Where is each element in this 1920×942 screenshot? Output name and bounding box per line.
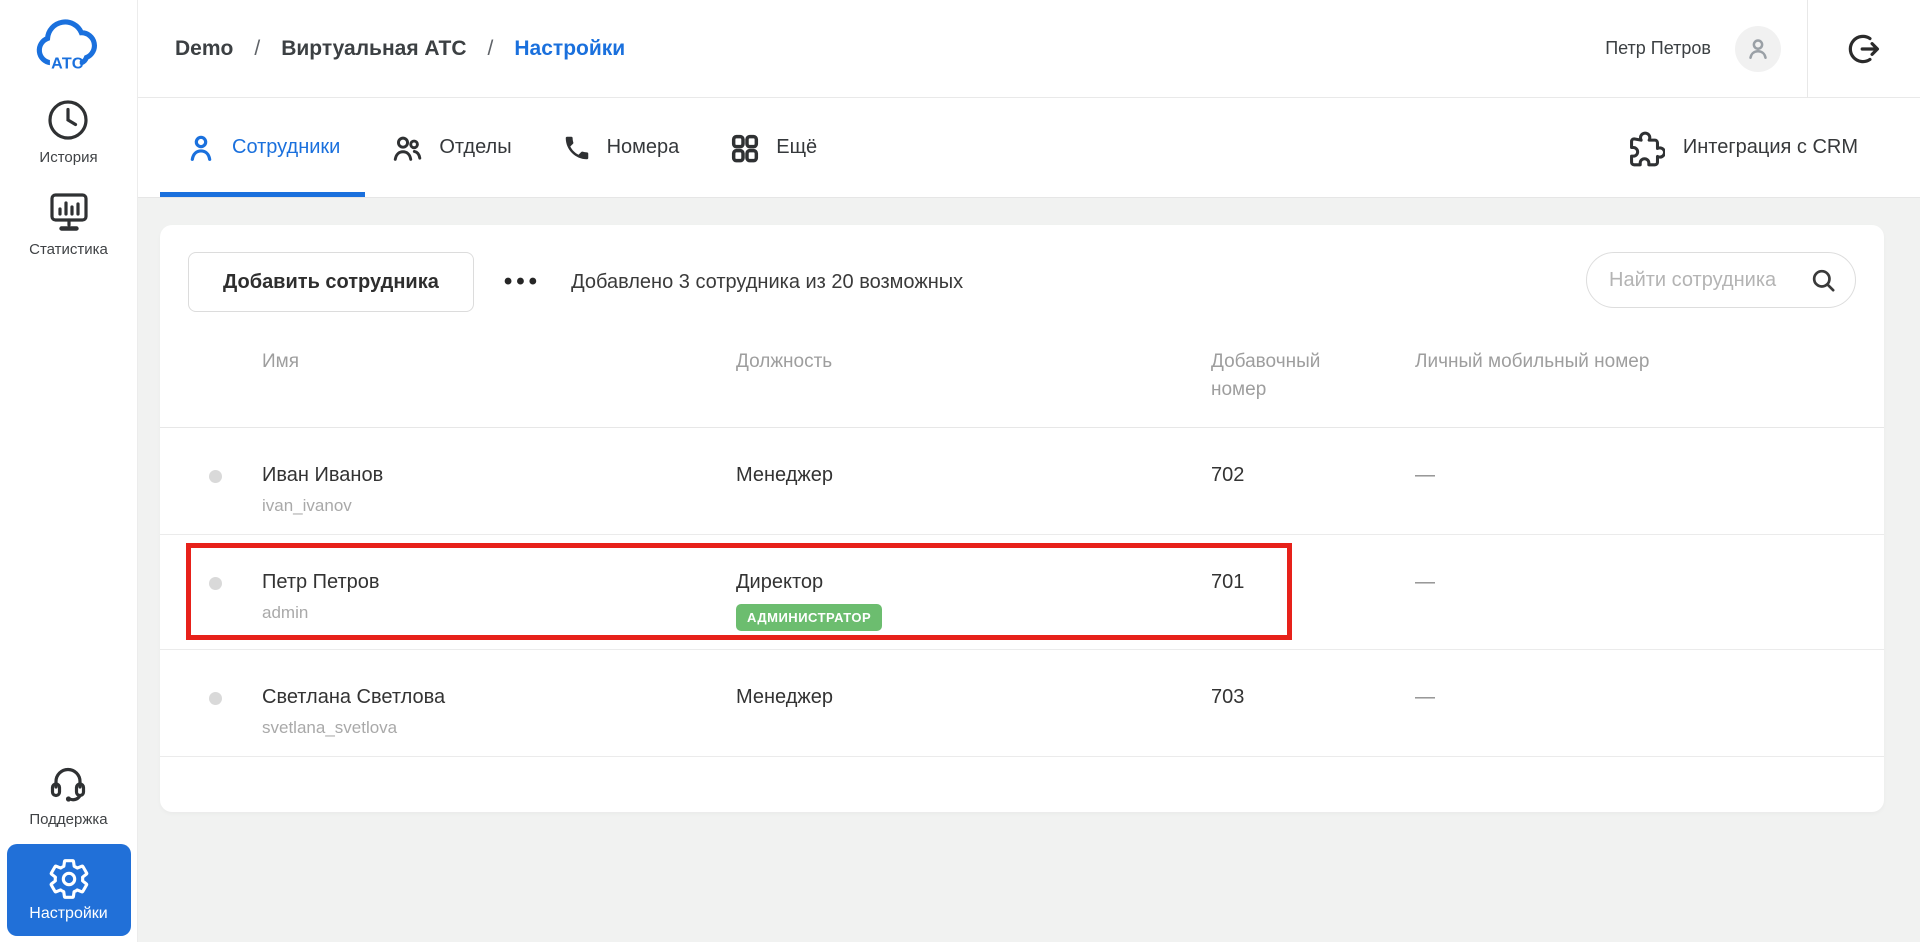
- crm-integration-link[interactable]: Интеграция с CRM: [1625, 98, 1920, 197]
- current-user-name: Петр Петров: [1605, 38, 1711, 58]
- grid-icon: [729, 132, 761, 164]
- sidebar-item-label: Поддержка: [29, 811, 108, 828]
- people-icon: [390, 132, 424, 164]
- administrator-badge: АДМИНИСТРАТОР: [736, 604, 883, 631]
- sidebar-bottom: Поддержка Настройки: [0, 758, 137, 942]
- table-row[interactable]: Светлана Светлова svetlana_svetlova Мене…: [160, 650, 1884, 757]
- sidebar-item-history[interactable]: История: [39, 96, 98, 166]
- employee-mobile: —: [1415, 571, 1435, 593]
- sidebar-item-statistics[interactable]: Статистика: [29, 188, 108, 258]
- column-header-name: Имя: [262, 351, 300, 372]
- employee-login: svetlana_svetlova: [262, 718, 398, 737]
- table-row-highlighted[interactable]: Петр Петров admin Директор АДМИНИСТРАТОР…: [160, 535, 1884, 650]
- headset-icon: [44, 758, 92, 806]
- breadcrumb-separator: /: [487, 36, 494, 60]
- column-header-mobile: Личный мобильный номер: [1415, 351, 1650, 372]
- card-toolbar: Добавить сотрудника ••• Добавлено 3 сотр…: [160, 225, 1884, 312]
- search-icon[interactable]: [1810, 267, 1837, 294]
- employee-login: ivan_ivanov: [262, 496, 352, 515]
- status-dot: [209, 470, 222, 483]
- sidebar-item-settings-active[interactable]: Настройки: [6, 844, 131, 936]
- column-header-extension: Добавочный номер: [1211, 351, 1321, 400]
- table-row[interactable]: Иван Иванов ivan_ivanov Менеджер 702 —: [160, 428, 1884, 535]
- sidebar-item-label: История: [39, 149, 98, 166]
- add-employee-button[interactable]: Добавить сотрудника: [188, 252, 474, 312]
- employee-name: Петр Петров: [262, 571, 380, 593]
- employees-card: Добавить сотрудника ••• Добавлено 3 сотр…: [160, 225, 1884, 812]
- employee-role: Менеджер: [736, 464, 834, 486]
- logout-icon: [1845, 30, 1883, 68]
- breadcrumb-item-demo[interactable]: Demo: [175, 37, 233, 61]
- user-avatar[interactable]: [1735, 25, 1781, 72]
- employee-login: admin: [262, 603, 309, 622]
- breadcrumb-item-vats[interactable]: Виртуальная АТС: [281, 37, 466, 61]
- employee-mobile: —: [1415, 686, 1435, 708]
- more-actions-button[interactable]: •••: [504, 252, 541, 312]
- tab-label: Отделы: [439, 136, 512, 158]
- breadcrumb: Demo / Виртуальная АТС / Настройки: [175, 37, 625, 61]
- sidebar-item-label: Статистика: [29, 241, 108, 258]
- employee-name: Иван Иванов: [262, 464, 384, 486]
- search-input[interactable]: [1609, 268, 1810, 292]
- breadcrumb-item-settings[interactable]: Настройки: [514, 37, 625, 61]
- employee-name: Светлана Светлова: [262, 686, 446, 708]
- tab-departments[interactable]: Отделы: [365, 98, 536, 197]
- sidebar: АТС История Статистика Поддержка Настрой…: [0, 0, 138, 942]
- tab-label: Номера: [606, 136, 680, 158]
- employee-role: Менеджер: [736, 686, 834, 708]
- statistics-monitor-icon: [45, 188, 93, 236]
- topbar-right: Петр Петров: [1605, 0, 1920, 98]
- sidebar-item-label: Настройки: [29, 905, 108, 922]
- employee-search-box: [1586, 252, 1856, 308]
- table-header: Имя Должность Добавочный номер Личный мо…: [160, 312, 1884, 428]
- tab-employees[interactable]: Сотрудники: [160, 98, 366, 197]
- employees-count-info: Добавлено 3 сотрудника из 20 возможных: [571, 270, 964, 293]
- tab-label: Ещё: [776, 136, 818, 158]
- tab-more[interactable]: Ещё: [704, 98, 842, 197]
- crm-link-label: Интеграция с CRM: [1682, 136, 1858, 158]
- employee-extension: 703: [1211, 686, 1245, 708]
- status-dot: [209, 577, 222, 590]
- column-header-role: Должность: [736, 351, 833, 372]
- person-icon: [185, 132, 217, 164]
- employee-extension: 702: [1211, 464, 1245, 486]
- tab-label: Сотрудники: [232, 136, 341, 158]
- tab-numbers[interactable]: Номера: [537, 98, 705, 197]
- puzzle-icon: [1625, 128, 1665, 168]
- phone-icon: [562, 133, 592, 163]
- employee-extension: 701: [1211, 571, 1245, 593]
- clock-icon: [44, 96, 92, 144]
- employee-role: Директор: [736, 571, 824, 593]
- sidebar-item-support[interactable]: Поддержка: [29, 758, 108, 828]
- status-dot: [209, 692, 222, 705]
- logout-button[interactable]: [1808, 0, 1920, 97]
- settings-tabbar: Сотрудники Отделы Номера Ещё Интеграция …: [138, 98, 1920, 198]
- topbar: Demo / Виртуальная АТС / Настройки Петр …: [138, 0, 1920, 98]
- logo-text: АТС: [51, 55, 84, 73]
- employee-mobile: —: [1415, 464, 1435, 486]
- main-area: Добавить сотрудника ••• Добавлено 3 сотр…: [138, 198, 1920, 942]
- breadcrumb-separator: /: [254, 36, 261, 60]
- atc-cloud-logo[interactable]: АТС: [30, 12, 108, 74]
- gear-icon: [47, 857, 91, 901]
